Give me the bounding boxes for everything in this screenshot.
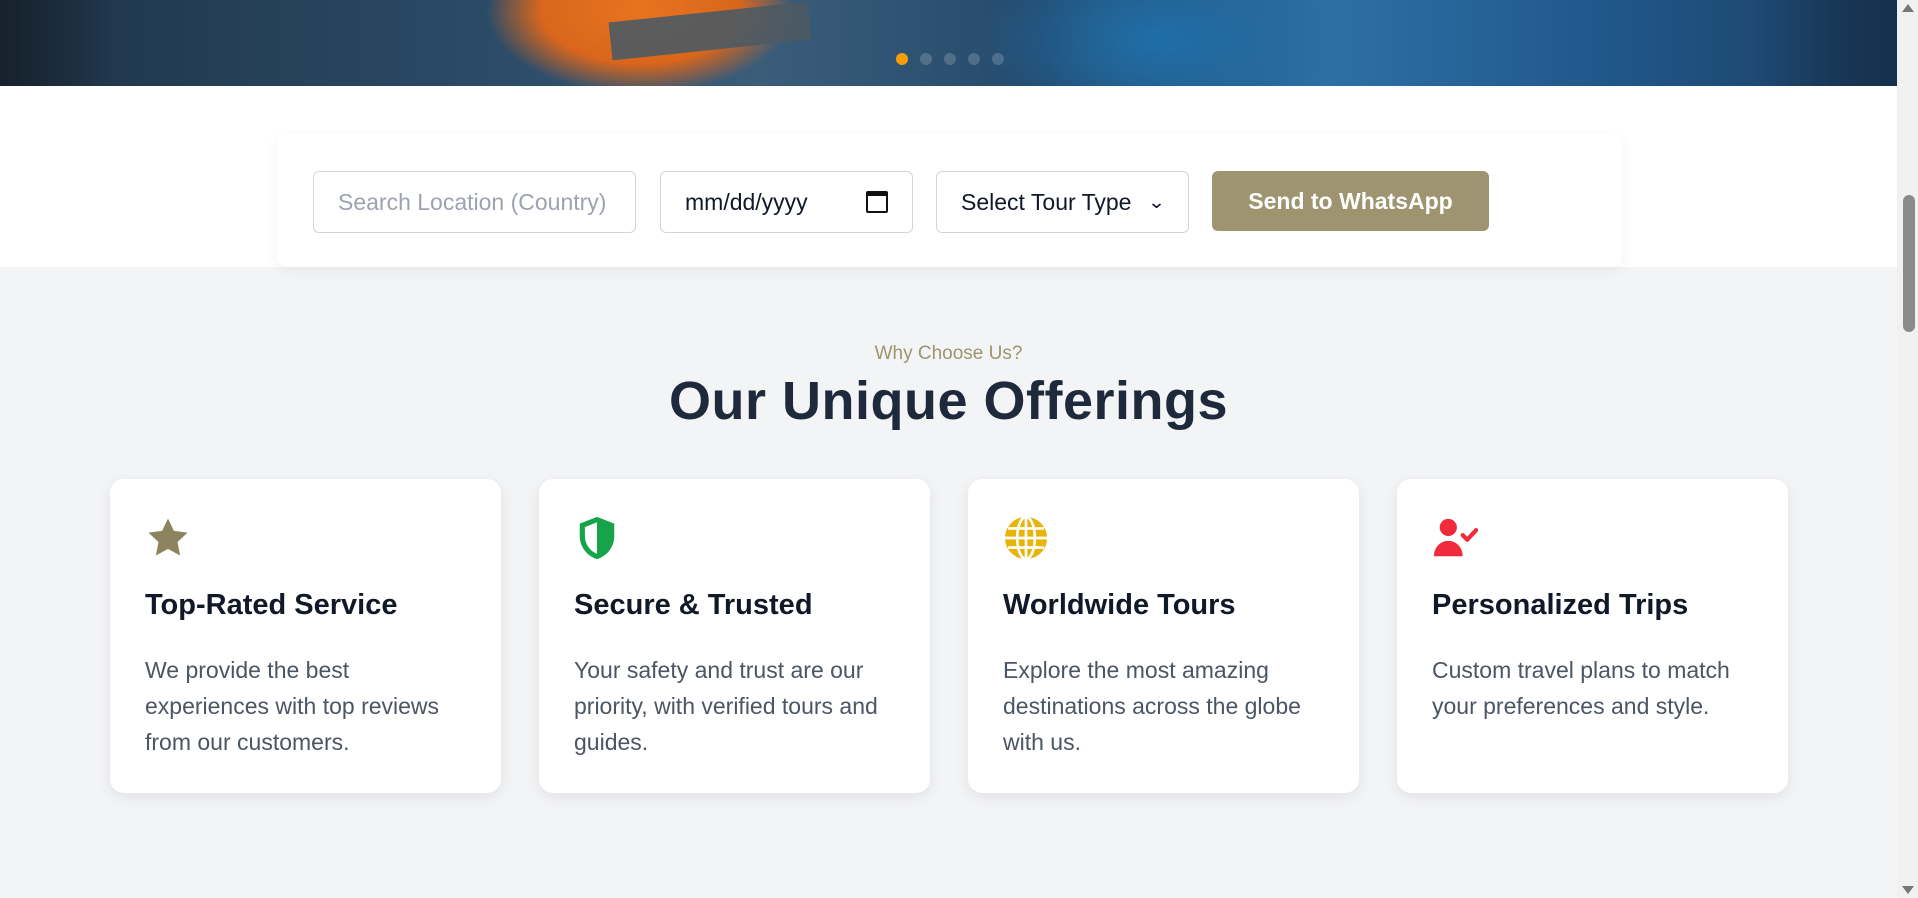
location-search-input[interactable]: Search Location (Country) [313,171,636,233]
card-title: Personalized Trips [1432,589,1689,621]
hero-shade-right [1757,0,1897,86]
date-placeholder: mm/dd/yyyy [685,188,808,215]
card-text: Explore the most amazing destinations ac… [1003,657,1301,755]
card-text: We provide the best experiences with top… [145,657,440,755]
carousel-dot[interactable] [920,53,932,65]
offering-card-personalized: Personalized Trips Custom travel plans t… [1397,479,1788,793]
carousel-dot[interactable] [944,53,956,65]
carousel-dot[interactable] [992,53,1004,65]
section-title: Our Unique Offerings [668,371,1229,431]
card-title: Secure & Trusted [574,589,813,621]
card-title: Top-Rated Service [145,589,398,621]
search-form: Search Location (Country) mm/dd/yyyy Sel… [277,133,1622,267]
chevron-down-icon: ⌄ [1147,191,1166,212]
carousel-dot[interactable] [896,53,908,65]
tour-type-value: Select Tour Type [961,188,1132,215]
calendar-icon[interactable] [866,191,888,213]
date-input[interactable]: mm/dd/yyyy [660,171,913,233]
location-placeholder: Search Location (Country) [338,188,607,215]
card-text: Your safety and trust are our priority, … [574,657,878,755]
hero-carousel [0,0,1897,86]
user-check-icon [1433,518,1478,557]
scroll-up-arrow-icon[interactable] [1902,4,1914,12]
carousel-dots [896,53,1004,65]
offering-card-top-rated: Top-Rated Service We provide the best ex… [110,479,501,793]
globe-icon [1004,515,1048,561]
star-icon [148,518,188,556]
scroll-down-arrow-icon[interactable] [1902,886,1914,894]
offering-card-worldwide: Worldwide Tours Explore the most amazing… [968,479,1359,793]
card-text: Custom travel plans to match your prefer… [1432,657,1730,719]
card-title: Worldwide Tours [1003,589,1236,621]
carousel-dot[interactable] [968,53,980,65]
hero-image-detail [608,1,812,61]
section-eyebrow: Why Choose Us? [874,343,1023,364]
offering-card-secure: Secure & Trusted Your safety and trust a… [539,479,930,793]
page-scrollbar[interactable] [1897,0,1918,898]
shield-icon [579,516,615,560]
hero-shade-left [0,0,120,86]
tour-type-select[interactable]: Select Tour Type ⌄ [936,171,1189,233]
send-to-whatsapp-button[interactable]: Send to WhatsApp [1212,171,1489,231]
scrollbar-thumb[interactable] [1903,195,1915,332]
